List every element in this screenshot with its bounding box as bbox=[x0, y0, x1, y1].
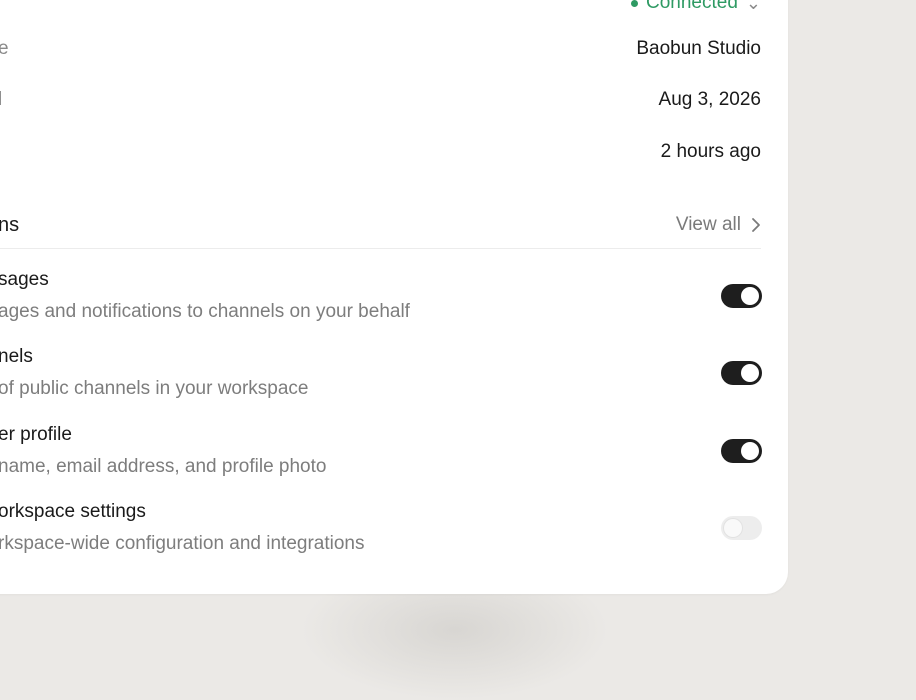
permission-description: ages and notifications to channels on yo… bbox=[0, 301, 410, 322]
detail-label: e bbox=[0, 38, 9, 59]
workspace-name-value: Baobun Studio bbox=[636, 38, 761, 59]
permission-title: orkspace settings bbox=[0, 501, 146, 522]
toggle-knob bbox=[724, 519, 742, 537]
permission-description: name, email address, and profile photo bbox=[0, 456, 327, 477]
chevron-right-icon bbox=[752, 218, 760, 232]
permission-title: er profile bbox=[0, 424, 72, 445]
toggle-knob bbox=[741, 364, 759, 382]
view-all-link[interactable]: View all bbox=[676, 214, 761, 236]
permission-title: nels bbox=[0, 346, 33, 367]
permission-toggle-send-messages[interactable] bbox=[721, 284, 762, 308]
connection-status[interactable]: Connected ⌄ bbox=[631, 0, 761, 14]
status-dot-icon bbox=[631, 0, 638, 7]
permission-description: rkspace-wide configuration and integrati… bbox=[0, 533, 365, 554]
permission-description: of public channels in your workspace bbox=[0, 378, 309, 399]
toggle-knob bbox=[741, 287, 759, 305]
permission-toggle-workspace-settings[interactable] bbox=[721, 516, 762, 540]
view-all-label: View all bbox=[675, 214, 741, 235]
toggle-knob bbox=[741, 442, 759, 460]
permission-toggle-user-profile[interactable] bbox=[721, 439, 762, 463]
connection-status-label: Connected bbox=[646, 0, 738, 13]
detail-label: l bbox=[0, 89, 3, 110]
section-divider bbox=[0, 248, 761, 249]
permission-toggle-read-channels[interactable] bbox=[721, 361, 762, 385]
permission-title: sages bbox=[0, 269, 49, 290]
date-value: Aug 3, 2026 bbox=[658, 89, 761, 110]
permissions-heading: ns bbox=[0, 214, 20, 236]
last-activity-value: 2 hours ago bbox=[660, 141, 761, 162]
chevron-down-icon: ⌄ bbox=[745, 0, 761, 13]
